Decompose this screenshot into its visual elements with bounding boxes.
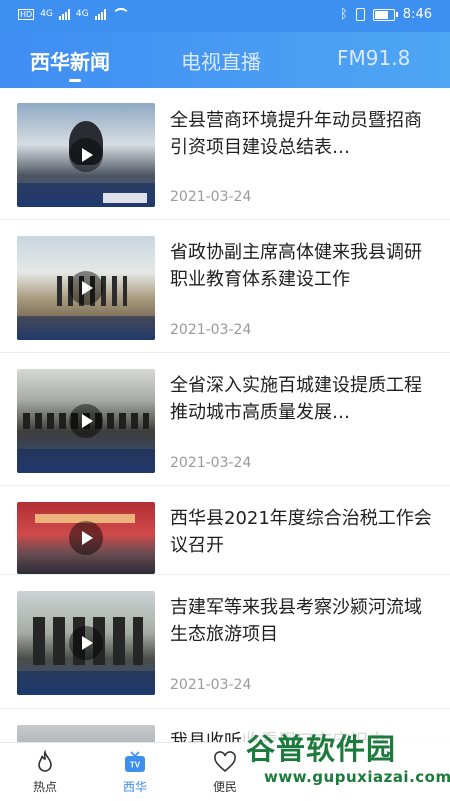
vibrate-icon xyxy=(355,8,365,21)
status-left: HD 4G 4G xyxy=(18,8,130,20)
tab-fm918[interactable]: FM91.8 xyxy=(337,46,410,70)
news-thumbnail xyxy=(17,591,155,695)
flame-icon xyxy=(38,750,52,772)
news-title: 西华县2021年度综合治税工作会议召开 xyxy=(170,508,432,556)
news-title: 全省深入实施百城建设提质工程推动城市高质量发展… xyxy=(170,375,422,423)
news-date: 2021-03-24 xyxy=(170,455,252,471)
news-list[interactable]: 全县营商环境提升年动员暨招商引资项目建设总结表… 2021-03-24 省政协副… xyxy=(0,88,450,742)
news-item[interactable]: 全省深入实施百城建设提质工程推动城市高质量发展… 2021-03-24 xyxy=(0,353,450,486)
news-item[interactable]: 省政协副主席高体健来我县调研职业教育体系建设工作 2021-03-24 xyxy=(0,220,450,353)
battery-icon xyxy=(372,8,398,21)
play-icon[interactable] xyxy=(69,521,103,555)
active-tab-indicator xyxy=(69,79,81,82)
nav-xihua-label: 西华 xyxy=(122,780,147,794)
tv-icon: TV xyxy=(125,751,145,772)
news-item[interactable]: 西华县2021年度综合治税工作会议召开 xyxy=(0,486,450,575)
bluetooth-icon: ᛒ xyxy=(339,7,348,22)
news-thumbnail xyxy=(17,502,155,574)
watermark-title: 谷普软件园 xyxy=(246,732,397,766)
watermark: 谷普软件园 www.gupuxiazai.com xyxy=(242,726,450,800)
nav-hot-label: 热点 xyxy=(32,780,57,794)
status-right: ᛒ 8:46 xyxy=(340,7,432,22)
watermark-url: www.gupuxiazai.com xyxy=(264,768,450,786)
news-thumbnail xyxy=(17,369,155,473)
network-label-1: 4G xyxy=(40,9,53,19)
tab-tv-live[interactable]: 电视直播 xyxy=(181,46,261,75)
play-icon[interactable] xyxy=(69,271,103,305)
svg-text:TV: TV xyxy=(130,761,141,770)
news-item[interactable]: 全县营商环境提升年动员暨招商引资项目建设总结表… 2021-03-24 xyxy=(0,88,450,220)
heart-icon xyxy=(214,751,236,773)
nav-hot[interactable]: 热点 xyxy=(5,743,85,801)
news-date: 2021-03-24 xyxy=(170,189,252,205)
wifi-icon xyxy=(111,8,130,20)
tab-xihua-news[interactable]: 西华新闻 xyxy=(30,46,110,75)
news-title: 全县营商环境提升年动员暨招商引资项目建设总结表… xyxy=(170,110,422,158)
hd-label: HD xyxy=(18,8,35,20)
status-bar: HD 4G 4G ᛒ 8:46 xyxy=(0,0,450,32)
play-icon[interactable] xyxy=(69,626,103,660)
top-tab-bar: 西华新闻 电视直播 FM91.8 xyxy=(0,32,450,88)
news-date: 2021-03-24 xyxy=(170,322,252,338)
signal-icon-2 xyxy=(94,8,106,20)
network-label-2: 4G xyxy=(75,9,89,19)
news-thumbnail xyxy=(17,725,155,742)
news-title: 省政协副主席高体健来我县调研职业教育体系建设工作 xyxy=(170,242,422,290)
news-date: 2021-03-24 xyxy=(170,677,252,693)
news-thumbnail xyxy=(17,103,155,207)
news-thumbnail xyxy=(17,236,155,340)
play-icon[interactable] xyxy=(69,138,103,172)
nav-xihua[interactable]: TV 西华 xyxy=(95,743,175,801)
status-time: 8:46 xyxy=(402,7,432,22)
news-title: 吉建军等来我县考察沙颍河流域生态旅游项目 xyxy=(170,597,422,645)
signal-icon xyxy=(58,8,70,20)
news-item[interactable]: 吉建军等来我县考察沙颍河流域生态旅游项目 2021-03-24 xyxy=(0,575,450,709)
play-icon[interactable] xyxy=(69,404,103,438)
